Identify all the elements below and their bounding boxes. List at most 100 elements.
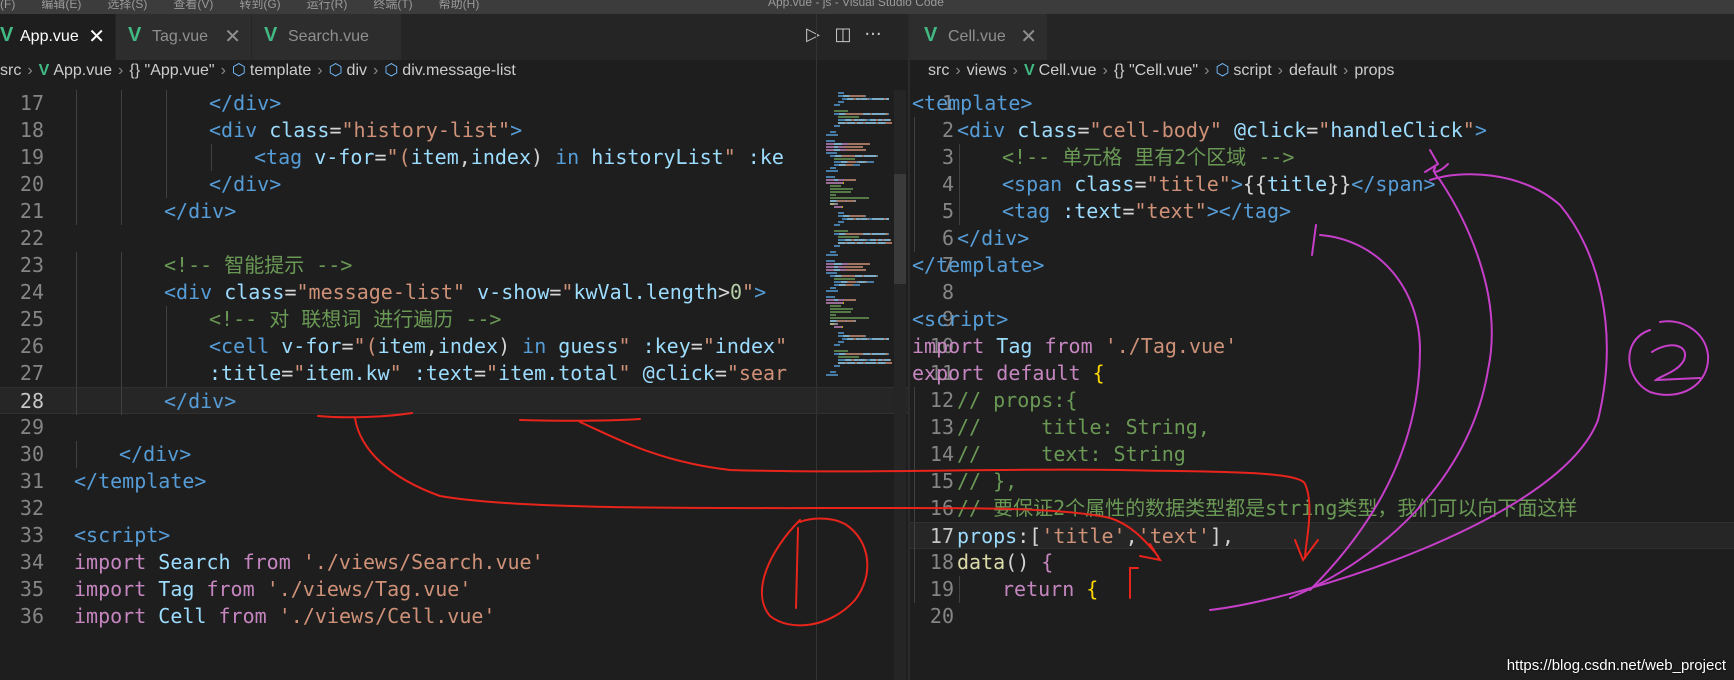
minimap-line xyxy=(828,374,837,376)
menu-item[interactable]: 选择(S) xyxy=(107,0,147,11)
code-line[interactable]: 5 <tag :text="text"></tag> xyxy=(910,198,1734,225)
minimap-line xyxy=(827,272,836,274)
code-token: div xyxy=(981,226,1018,250)
code-line[interactable]: 21 </div> xyxy=(0,198,908,225)
indent-guide xyxy=(166,144,167,171)
code-token: < xyxy=(1002,172,1015,196)
split-editor-icon[interactable]: ◫ xyxy=(828,24,858,45)
minimap-line xyxy=(846,113,863,115)
minimap-line xyxy=(872,218,884,220)
code-line[interactable]: 9 <script> xyxy=(910,306,1734,333)
code-line[interactable]: 1 <template> xyxy=(910,90,1734,117)
more-actions-icon[interactable]: ··· xyxy=(858,24,888,45)
tab-cell-vue[interactable]: V Cell.vue ✕ xyxy=(910,14,1048,60)
code-line[interactable]: 10 import Tag from './Tag.vue' xyxy=(910,333,1734,360)
run-icon[interactable]: ▷ xyxy=(798,24,828,45)
menu-item[interactable]: (F) xyxy=(0,0,15,11)
breadcrumb-item[interactable]: src xyxy=(0,62,21,79)
close-icon[interactable]: ✕ xyxy=(88,24,105,49)
code-token: > xyxy=(717,280,730,304)
close-icon[interactable]: ✕ xyxy=(1020,24,1037,49)
breadcrumb-item[interactable]: ⬡ template xyxy=(232,62,311,79)
code-line[interactable]: 22 xyxy=(0,225,908,252)
breadcrumb-item[interactable]: V App.vue xyxy=(39,62,112,79)
code-line[interactable]: 34 import Search from './views/Search.vue… xyxy=(0,549,908,576)
code-line[interactable]: 25 <!-- 对 联想词 进行遍历 --> xyxy=(0,306,908,333)
code-area-right[interactable]: 1 <template> 2 <div class="cell-body" @clic… xyxy=(910,90,1734,680)
breadcrumb-item[interactable]: views xyxy=(967,62,1007,79)
menu-item[interactable]: 终端(T) xyxy=(373,0,412,11)
minimap-line xyxy=(837,170,838,172)
close-icon[interactable]: ✕ xyxy=(224,24,241,49)
code-line[interactable]: 2 <div class="cell-body" @click="handleCl… xyxy=(910,117,1734,144)
code-line[interactable]: 13// title: String, xyxy=(910,414,1734,441)
code-line[interactable]: 4 <span class="title">{{title}}</span> xyxy=(910,171,1734,198)
code-line[interactable]: 26 <cell v-for="(item,index) in guess" :k… xyxy=(0,333,908,360)
tab-search-vue[interactable]: V Search.vue xyxy=(252,14,402,60)
code-line[interactable]: 35 import Tag from './views/Tag.vue' xyxy=(0,576,908,603)
minimap-line xyxy=(842,326,843,328)
breadcrumb-item[interactable]: V Cell.vue xyxy=(1024,62,1096,79)
code-line[interactable]: 12// props:{ xyxy=(910,387,1734,414)
code-line[interactable]: 32 xyxy=(0,495,908,522)
code-token: > xyxy=(1423,172,1436,196)
code-line[interactable]: 33 <script> xyxy=(0,522,908,549)
breadcrumb-item[interactable]: {} "App.vue" xyxy=(129,62,214,79)
code-line[interactable]: 20 </div> xyxy=(0,171,908,198)
code-line[interactable]: 19 return { xyxy=(910,576,1734,603)
minimap-line xyxy=(843,101,844,103)
code-area-left[interactable]: 17 </div> 18 <div class="history-list"> 19 <t… xyxy=(0,90,908,680)
line-number: 25 xyxy=(19,307,44,331)
code-line[interactable]: 20 xyxy=(910,603,1734,630)
breadcrumb-item[interactable]: ⬡ script xyxy=(1215,62,1271,79)
minimap-line xyxy=(827,176,834,178)
breadcrumb-item[interactable]: ⬡ div.message-list xyxy=(384,62,515,79)
tab-app-vue[interactable]: V App.vue ✕ xyxy=(0,14,116,60)
tab-tag-vue[interactable]: V Tag.vue ✕ xyxy=(116,14,252,60)
scrollbar-thumb[interactable] xyxy=(894,174,906,284)
minimap-line xyxy=(839,104,840,106)
code-line[interactable]: 11 export default { xyxy=(910,360,1734,387)
code-line[interactable]: 17 </div> xyxy=(0,90,908,117)
breadcrumb-item[interactable]: {} "Cell.vue" xyxy=(1114,62,1198,79)
code-line[interactable]: 18 <div class="history-list"> xyxy=(0,117,908,144)
code-line[interactable]: 7 </template> xyxy=(910,252,1734,279)
code-token: </ xyxy=(119,442,144,466)
breadcrumb-item[interactable]: src xyxy=(928,62,949,79)
breadcrumb-item[interactable]: ⬡ div xyxy=(329,62,367,79)
code-line[interactable]: 28 </div> xyxy=(0,387,908,415)
code-line[interactable]: 23 <!-- 智能提示 --> xyxy=(0,252,908,279)
code-line[interactable]: 27:title="item.kw" :text="item.total" @c… xyxy=(0,360,908,387)
indent-guide xyxy=(959,144,960,171)
menu-item[interactable]: 查看(V) xyxy=(173,0,213,11)
code-line[interactable]: 18 data() { xyxy=(910,549,1734,576)
code-line[interactable]: 6 </div> xyxy=(910,225,1734,252)
element-icon: ⬡ xyxy=(328,62,343,79)
menu-item[interactable]: 转到(G) xyxy=(239,0,280,11)
minimap-line xyxy=(830,191,851,193)
breadcrumb-item[interactable]: default xyxy=(1289,62,1337,79)
code-line[interactable]: 17 props:['title','text'], xyxy=(910,522,1734,550)
minimap-line xyxy=(888,113,889,115)
minimap-line xyxy=(842,275,855,277)
menu-item[interactable]: 运行(R) xyxy=(307,0,348,11)
minimap-line xyxy=(826,179,834,181)
code-line[interactable]: 24 <div class="message-list" v-show="kwVa… xyxy=(0,279,908,306)
code-token: :text xyxy=(413,361,474,385)
code-token: class xyxy=(1074,172,1135,196)
code-line[interactable]: 19 <tag v-for="(item,index) in historyLis… xyxy=(0,144,908,171)
menu-item[interactable]: 帮助(H) xyxy=(439,0,480,11)
code-line[interactable]: 36 import Cell from './views/Cell.vue' xyxy=(0,603,908,630)
code-line[interactable]: 30 </div> xyxy=(0,441,908,468)
code-line[interactable]: 14// text: String xyxy=(910,441,1734,468)
code-line[interactable]: 3 <!-- 单元格 里有2个区域 --> xyxy=(910,144,1734,171)
code-line[interactable]: 16// 要保证2个属性的数据类型都是string类型，我们可以向下面这样 xyxy=(910,495,1734,522)
code-line[interactable]: 15// }, xyxy=(910,468,1734,495)
menu-item[interactable]: 编辑(E) xyxy=(41,0,81,11)
indent-guide xyxy=(914,523,915,550)
minimap-line xyxy=(830,311,851,313)
code-line[interactable]: 8 xyxy=(910,279,1734,306)
code-line[interactable]: 31 </template> xyxy=(0,468,908,495)
breadcrumb-item[interactable]: props xyxy=(1354,62,1394,79)
code-line[interactable]: 29 xyxy=(0,414,908,441)
